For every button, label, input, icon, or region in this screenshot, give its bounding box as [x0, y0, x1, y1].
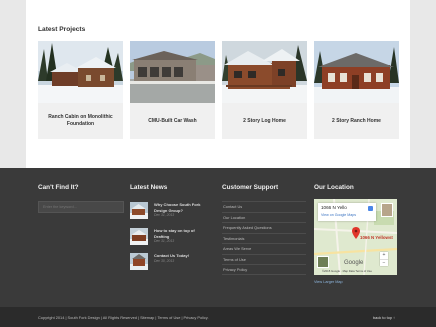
latest-news-title: Latest News: [130, 184, 168, 191]
zoom-controls: + −: [380, 252, 388, 266]
news-title[interactable]: How to stay on top of Drafting: [154, 228, 210, 239]
street-view-thumbnail[interactable]: [381, 203, 393, 217]
project-card[interactable]: CMU-Built Car Wash: [130, 41, 215, 139]
support-link-testimonials[interactable]: Testimonials: [222, 232, 306, 244]
news-item[interactable]: How to stay on top of Drafting Dec 31, 2…: [130, 228, 210, 248]
zoom-out-button[interactable]: −: [380, 259, 388, 266]
map-brand-logo: Google: [344, 260, 364, 266]
project-card[interactable]: 2 Story Log Home: [222, 41, 307, 139]
project-card[interactable]: 2 Story Ranch Home: [314, 41, 399, 139]
news-item[interactable]: Contact Us Today! Dec 30, 2013: [130, 253, 210, 273]
cant-find-title: Can't Find It?: [38, 184, 79, 191]
map-info-box: 1066 N Yello View on Google Maps: [318, 203, 376, 221]
copyright-text: Copyright 2014 | South Fork Design | All…: [38, 315, 209, 320]
project-thumbnail[interactable]: [38, 41, 123, 103]
our-location-title: Our Location: [314, 184, 354, 191]
project-thumbnail[interactable]: [130, 41, 215, 103]
news-date: Dec 31, 2013: [154, 213, 175, 217]
project-thumbnail[interactable]: [314, 41, 399, 103]
news-title[interactable]: Why Choose South Fork Design Group?: [154, 202, 210, 213]
latest-projects-title: Latest Projects: [38, 26, 86, 33]
view-on-google-maps-link[interactable]: View on Google Maps: [321, 213, 356, 217]
footer: Can't Find It? Latest News Why Choose So…: [0, 168, 436, 327]
news-thumbnail[interactable]: [130, 202, 148, 219]
project-thumbnail[interactable]: [222, 41, 307, 103]
support-link-faq[interactable]: Frequently Asked Questions: [222, 222, 306, 233]
news-thumbnail[interactable]: [130, 253, 148, 270]
location-map[interactable]: 1066 N Yello View on Google Maps 1066 N …: [314, 199, 397, 275]
latest-projects-section: Latest Projects Ranch Cabin on Monolithi…: [26, 0, 410, 168]
back-to-top-link[interactable]: back to top ↑: [373, 315, 395, 320]
news-date: Dec 31, 2013: [154, 239, 175, 243]
news-item[interactable]: Why Choose South Fork Design Group? Dec …: [130, 202, 210, 222]
news-date: Dec 30, 2013: [154, 259, 175, 263]
view-larger-map-link[interactable]: View Larger Map: [314, 280, 343, 284]
footer-widgets: Can't Find It? Latest News Why Choose So…: [26, 168, 410, 308]
project-card[interactable]: Ranch Cabin on Monolithic Foundation: [38, 41, 123, 139]
support-link-areas-we-serve[interactable]: Areas We Serve: [222, 243, 306, 254]
project-caption[interactable]: 2 Story Ranch Home: [314, 103, 399, 139]
customer-support-title: Customer Support: [222, 184, 279, 191]
zoom-in-button[interactable]: +: [380, 252, 388, 259]
map-marker-icon[interactable]: [352, 227, 360, 239]
project-caption[interactable]: 2 Story Log Home: [222, 103, 307, 139]
map-place-name: 1066 N Yello: [321, 205, 347, 210]
support-links: Contact Us Our Location Frequently Asked…: [222, 201, 306, 275]
support-link-contact-us[interactable]: Contact Us: [222, 201, 306, 212]
support-link-terms-of-use[interactable]: Terms of Use: [222, 253, 306, 265]
project-caption[interactable]: CMU-Built Car Wash: [130, 103, 215, 139]
map-marker-label: 1066 N Yellowst: [360, 235, 393, 240]
news-title[interactable]: Contact Us Today!: [154, 253, 210, 259]
map-attribution: ©2015 Google · Map Data Terms of Use: [322, 269, 372, 273]
search-input[interactable]: [38, 201, 124, 213]
project-caption[interactable]: Ranch Cabin on Monolithic Foundation: [38, 103, 123, 139]
news-thumbnail[interactable]: [130, 228, 148, 245]
directions-icon[interactable]: [368, 206, 373, 211]
satellite-thumbnail[interactable]: [317, 256, 329, 268]
support-link-privacy-policy[interactable]: Privacy Policy: [222, 264, 306, 275]
support-link-our-location[interactable]: Our Location: [222, 211, 306, 223]
